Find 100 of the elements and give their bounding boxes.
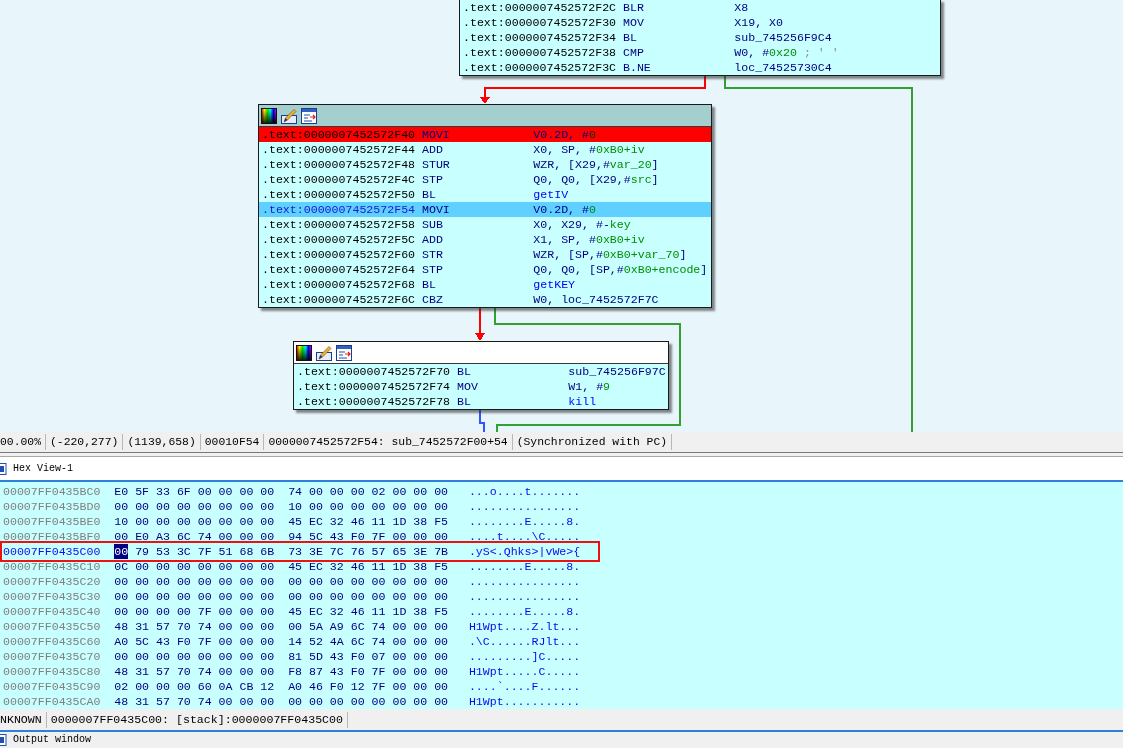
hex-byte: 00 [176,514,191,529]
hex-byte: 48 [114,619,129,634]
mnemonic: BLR [623,0,645,15]
hex-byte: 45 [288,559,303,574]
hex-address: 00007FF0435C70 [3,649,101,664]
hex-address: 00007FF0435C00 [3,544,101,559]
hex-address: 00007FF0435CA0 [3,694,101,709]
hex-byte: 00 [114,649,129,664]
hex-byte: 00 [413,574,428,589]
ascii-text: ........E.....8. [468,514,581,529]
hex-byte: 00 [309,499,323,514]
hex-byte: 00 [260,514,275,529]
hex-byte: 00 [413,634,428,649]
hex-byte: 00 [434,619,449,634]
hex-byte: 46 [309,679,323,694]
hex-byte: 48 [114,694,129,709]
pencil-icon[interactable] [316,344,332,361]
hex-byte: 0C [114,559,129,574]
hex-address: 00007FF0435BC0 [3,484,101,499]
hex-byte: 00 [288,619,303,634]
hex-byte: F5 [434,514,449,529]
ascii-text: ....`....F...... [468,679,581,694]
hex-address: 00007FF0435C90 [3,679,101,694]
status-field: 00.00% [0,434,46,450]
code-address: .text:0000007452572F48 [262,157,416,172]
hex-byte: 00 [288,589,303,604]
hex-byte: 46 [350,604,365,619]
hex-byte: 00 [329,694,344,709]
hex-byte: 14 [288,634,303,649]
hex-byte: 00 [197,574,212,589]
hex-byte: 00 [434,694,449,709]
hex-byte: 00 [329,589,344,604]
hex-byte: 00 [371,574,386,589]
mnemonic: BL [623,30,638,45]
color-palette-icon[interactable] [296,344,312,361]
hex-address: 00007FF0435C20 [3,574,101,589]
hex-byte: 00 [135,589,150,604]
code-address: .text:0000007452572F40 [262,127,416,142]
hex-byte: 43 [329,529,344,544]
ascii-text: ...o....t....... [468,484,581,499]
view-tab[interactable]: Hex View-1 [13,461,73,476]
hex-byte: 00 [218,589,233,604]
hex-byte: 7F [197,544,212,559]
hex-byte: E0 [135,529,150,544]
window-icon[interactable] [336,344,352,361]
code-address: .text:0000007452572F3C [463,60,617,75]
hex-byte: 00 [309,574,323,589]
hex-byte: 57 [156,694,170,709]
hex-byte: 00 [392,679,407,694]
hex-byte: 00 [371,694,386,709]
hex-byte: 00 [218,664,233,679]
hex-byte: 00 [114,529,129,544]
mnemonic: MOVI [422,202,451,217]
hex-byte: F5 [434,604,449,619]
hex-byte: 00 [434,679,449,694]
operand-text: X19, X0 [734,15,783,30]
hex-byte: 00 [197,499,212,514]
ascii-text: H1Wpt.....C..... [468,664,581,679]
hex-byte: 00 [239,649,254,664]
hex-byte: 00 [329,484,344,499]
hex-byte: 00 [239,634,254,649]
hex-byte: 00 [156,589,170,604]
hex-byte: 00 [135,604,150,619]
hex-byte: 00 [260,484,275,499]
code-address: .text:0000007452572F58 [262,217,416,232]
hex-byte: 74 [197,694,212,709]
ascii-text: ........E.....8. [468,559,581,574]
hex-byte: 00 [156,574,170,589]
ascii-text: ................ [468,574,581,589]
hex-byte: 00 [392,484,407,499]
hex-byte: 00 [260,619,275,634]
hex-byte: 74 [371,634,386,649]
panel-icon [0,734,7,746]
view-tab[interactable]: Output window [13,733,91,747]
hex-byte: 00 [309,484,323,499]
status-field: 0000007452572F54: sub_7452572F00+54 [264,434,513,450]
hex-byte: 94 [288,529,303,544]
hex-byte: 81 [288,649,303,664]
hex-byte: 3E [413,544,428,559]
hex-byte: 38 [413,514,428,529]
hex-address: 00007FF0435C50 [3,619,101,634]
hex-byte: 57 [156,619,170,634]
hex-byte: 00 [392,529,407,544]
hex-byte: 00 [260,559,275,574]
hex-byte: 00 [434,589,449,604]
hex-byte: 00 [392,574,407,589]
hex-byte: 11 [371,604,386,619]
hex-byte: 00 [350,499,365,514]
code-address: .text:0000007452572F68 [262,277,416,292]
code-address: .text:0000007452572F34 [463,30,617,45]
color-palette-icon[interactable] [261,107,277,124]
window-icon[interactable] [301,107,317,124]
hex-byte: 00 [413,529,428,544]
pencil-icon[interactable] [281,107,297,124]
hex-byte: 57 [371,544,386,559]
hex-byte: 00 [239,529,254,544]
hex-byte: 45 [288,604,303,619]
hex-byte: 00 [392,649,407,664]
hex-byte: 00 [413,694,428,709]
hex-byte: 00 [260,664,275,679]
